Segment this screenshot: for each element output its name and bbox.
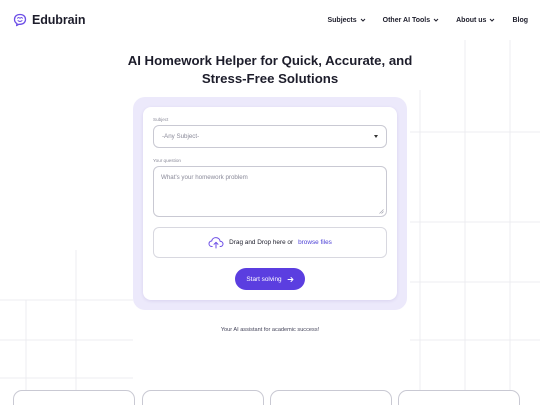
nav-item-blog[interactable]: Blog <box>512 17 528 24</box>
question-placeholder: What's your homework problem <box>161 174 248 181</box>
feature-tile <box>270 390 392 405</box>
subject-select-value: -Any Subject- <box>162 133 200 140</box>
nav-item-other-ai-tools[interactable]: Other AI Tools <box>383 17 439 24</box>
page-title-line-2: Stress-Free Solutions <box>201 71 339 86</box>
chevron-down-icon <box>360 18 366 22</box>
browse-files-link[interactable]: browse files <box>298 239 332 246</box>
page-title: AI Homework Helper for Quick, Accurate, … <box>0 52 540 88</box>
top-navbar: Edubrain Subjects Other AI Tools About u… <box>0 0 540 40</box>
brand-name: Edubrain <box>32 13 86 27</box>
feature-tile <box>13 390 135 405</box>
brand-logo[interactable]: Edubrain <box>13 13 85 27</box>
brain-chat-icon <box>13 13 27 27</box>
nav-item-about-us[interactable]: About us <box>456 17 495 24</box>
chevron-down-icon <box>433 18 439 22</box>
caret-down-icon <box>374 135 378 138</box>
feature-tile <box>142 390 264 405</box>
chevron-down-icon <box>490 18 495 22</box>
nav-item-subjects[interactable]: Subjects <box>327 16 366 24</box>
nav-item-label: Subjects <box>327 16 357 24</box>
tagline: Your AI assistant for academic success! <box>220 327 320 333</box>
cloud-upload-icon <box>208 237 224 249</box>
main-nav: Subjects Other AI Tools About us Blog <box>310 17 528 24</box>
arrow-right-icon <box>287 276 294 282</box>
nav-item-label: Other AI Tools <box>382 16 431 24</box>
dropzone-text: Drag and Drop here or <box>229 239 294 246</box>
feature-tile <box>398 390 520 405</box>
subject-select[interactable]: -Any Subject- <box>153 125 387 148</box>
nav-item-label: Blog <box>512 16 528 24</box>
question-textarea[interactable]: What's your homework problem <box>153 166 387 217</box>
file-dropzone[interactable]: Drag and Drop here or browse files <box>153 227 387 258</box>
resize-handle-icon[interactable] <box>379 209 384 214</box>
start-solving-button[interactable]: Start solving <box>235 268 305 290</box>
hero-section: AI Homework Helper for Quick, Accurate, … <box>0 52 540 88</box>
subject-label: Subject <box>153 117 169 122</box>
start-solving-label: Start solving <box>246 275 282 283</box>
page-title-line-1: AI Homework Helper for Quick, Accurate, … <box>127 53 413 68</box>
nav-item-label: About us <box>456 16 487 24</box>
question-label: Your question <box>153 158 181 163</box>
